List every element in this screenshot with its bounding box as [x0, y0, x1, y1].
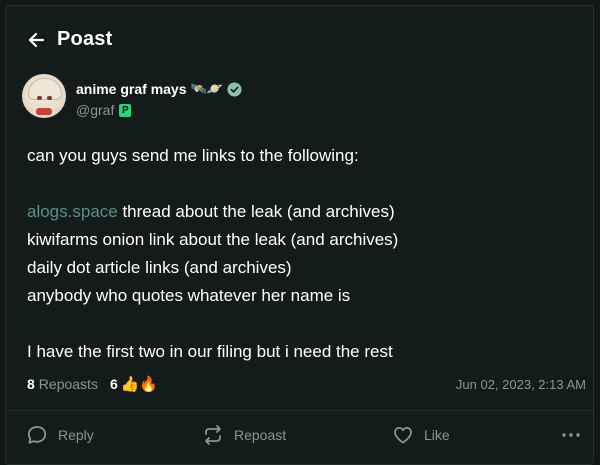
post-line: I have the first two in our filing but i… — [27, 342, 393, 361]
repost-label: Repoast — [234, 427, 287, 443]
post-body: can you guys send me links to the follow… — [27, 142, 587, 366]
post-line-blank — [27, 170, 587, 198]
author-info: anime graf mays 🛰️🪐 @graf P — [76, 81, 242, 118]
comment-icon — [27, 426, 47, 444]
repost-icon — [205, 425, 221, 445]
repost-stat-label: Repoasts — [38, 376, 98, 392]
post-line: daily dot article links (and archives) — [27, 258, 292, 277]
page-header: Poast — [26, 28, 112, 51]
verified-badge-icon — [227, 81, 242, 97]
action-bar: Reply Repoast Like — [26, 424, 584, 446]
reactions[interactable]: 6 👍🔥 — [110, 375, 158, 393]
like-button[interactable]: Like — [392, 424, 450, 446]
more-horizontal-icon — [562, 433, 580, 437]
avatar[interactable] — [22, 74, 66, 118]
reply-label: Reply — [58, 427, 94, 443]
divider — [6, 410, 593, 411]
post-stats: 8 Repoasts 6 👍🔥 Jun 02, 2023, 2:13 AM — [27, 375, 586, 393]
post-link[interactable]: alogs.space — [27, 202, 118, 221]
like-label: Like — [424, 427, 450, 443]
post-card: Poast anime graf mays 🛰️🪐 @graf P can yo… — [5, 5, 594, 465]
page-title: Poast — [57, 28, 113, 50]
name-row: anime graf mays 🛰️🪐 — [76, 81, 242, 97]
post-line: alogs.space thread about the leak (and a… — [27, 202, 395, 221]
handle-row: @graf P — [76, 102, 242, 118]
repost-count: 8 — [27, 376, 35, 392]
post-line: can you guys send me links to the follow… — [27, 146, 359, 165]
reaction-count: 6 — [109, 376, 118, 392]
post-line-blank — [27, 310, 587, 338]
repost-stat[interactable]: 8 Repoasts — [27, 376, 98, 392]
back-arrow-icon[interactable] — [26, 30, 46, 50]
premium-badge-icon: P — [119, 103, 132, 117]
more-options-button[interactable] — [560, 424, 592, 446]
name-emoji: 🛰️🪐 — [190, 81, 223, 97]
display-name[interactable]: anime graf mays — [76, 81, 187, 97]
post-line: kiwifarms onion link about the leak (and… — [27, 230, 399, 249]
reaction-emoji: 👍🔥 — [120, 375, 159, 393]
post-line: anybody who quotes whatever her name is — [27, 286, 351, 305]
reply-button[interactable]: Reply — [26, 424, 94, 446]
author-block: anime graf mays 🛰️🪐 @graf P — [22, 74, 242, 118]
repost-button[interactable]: Repoast — [202, 424, 286, 446]
post-timestamp: Jun 02, 2023, 2:13 AM — [455, 376, 586, 392]
heart-icon — [394, 426, 412, 444]
user-handle[interactable]: @graf — [76, 102, 114, 118]
